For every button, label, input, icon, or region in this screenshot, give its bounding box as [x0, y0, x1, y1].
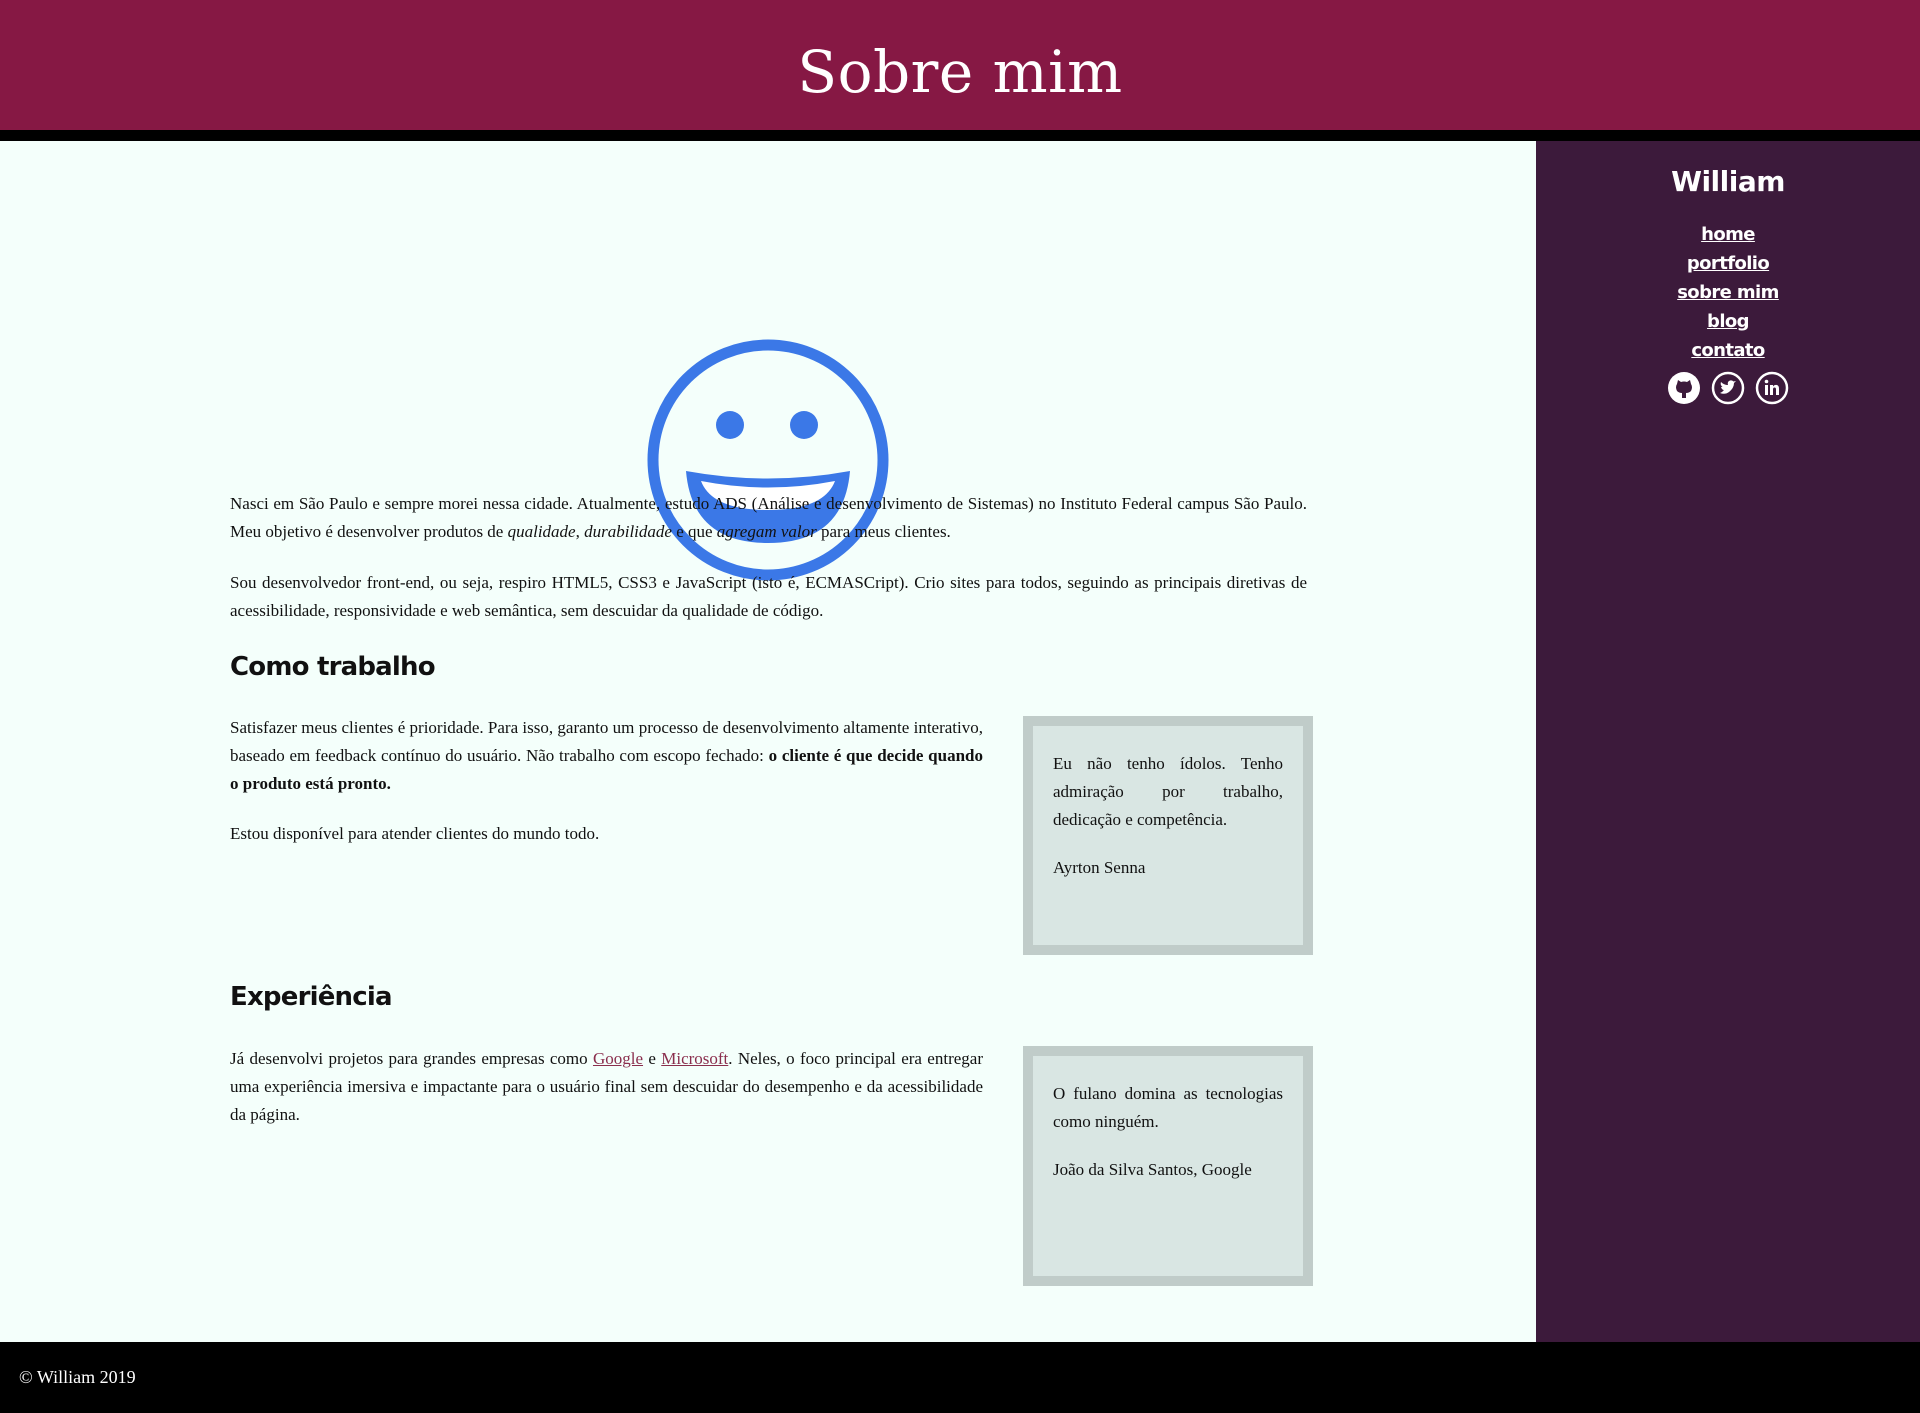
- footer-copyright: © William 2019: [19, 1367, 136, 1387]
- nav-link-portfolio[interactable]: portfolio: [1536, 249, 1920, 278]
- como-trabalho-text: Satisfazer meus clientes é prioridade. P…: [230, 714, 983, 870]
- page-header: Sobre mim: [0, 0, 1920, 130]
- quote-text: Eu não tenho ídolos. Tenho admiração por…: [1053, 754, 1283, 829]
- quote-box-joao: O fulano domina as tecnologias como ning…: [1023, 1046, 1313, 1286]
- google-link[interactable]: Google: [593, 1049, 643, 1068]
- quote-author: João da Silva Santos, Google: [1053, 1160, 1252, 1179]
- experiencia-paragraph: Já desenvolvi projetos para grandes empr…: [230, 1049, 983, 1124]
- nav-link-contato[interactable]: contato: [1536, 336, 1920, 365]
- sidebar: William home portfolio sobre mim blog co…: [1536, 141, 1920, 1342]
- page-footer: © William 2019: [0, 1342, 1920, 1413]
- social-links: [1536, 371, 1920, 405]
- linkedin-icon[interactable]: [1755, 371, 1789, 405]
- github-icon[interactable]: [1667, 371, 1701, 405]
- nav-link-sobre-mim[interactable]: sobre mim: [1536, 278, 1920, 307]
- header-divider: [0, 130, 1920, 141]
- experiencia-text: Já desenvolvi projetos para grandes empr…: [230, 1045, 983, 1151]
- como-trabalho-paragraph-2: Estou disponível para atender clientes d…: [230, 824, 600, 843]
- section-title-como-trabalho: Como trabalho: [230, 652, 436, 682]
- page-title: Sobre mim: [797, 38, 1123, 106]
- quote-text: O fulano domina as tecnologias como ning…: [1053, 1084, 1283, 1131]
- sidebar-name: William: [1671, 165, 1785, 198]
- quote-author: Ayrton Senna: [1053, 858, 1146, 877]
- section-title-experiencia: Experiência: [230, 982, 393, 1012]
- intro-paragraph-2: Sou desenvolvedor front-end, ou seja, re…: [230, 573, 1307, 620]
- quote-box-senna: Eu não tenho ídolos. Tenho admiração por…: [1023, 716, 1313, 955]
- como-trabalho-paragraph-1: Satisfazer meus clientes é prioridade. P…: [230, 718, 983, 793]
- nav-link-home[interactable]: home: [1536, 220, 1920, 249]
- microsoft-link[interactable]: Microsoft: [661, 1049, 728, 1068]
- twitter-icon[interactable]: [1711, 371, 1745, 405]
- nav-link-blog[interactable]: blog: [1536, 307, 1920, 336]
- intro-paragraph-1: Nasci em São Paulo e sempre morei nessa …: [230, 494, 1307, 541]
- sidebar-nav: home portfolio sobre mim blog contato: [1536, 220, 1920, 365]
